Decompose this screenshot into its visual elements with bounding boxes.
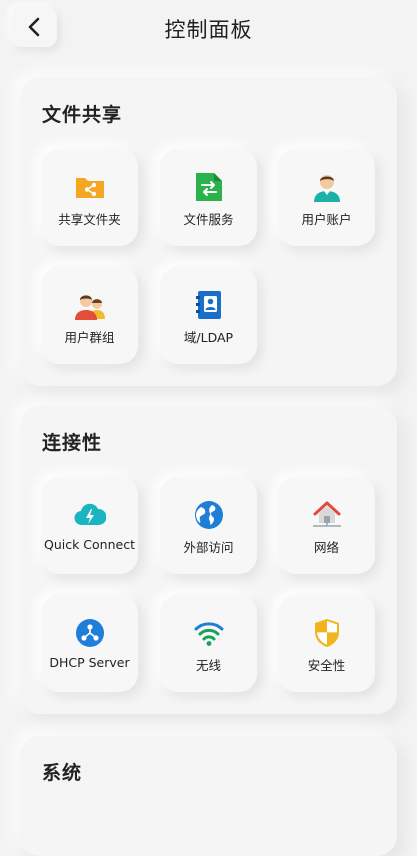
section-title: 文件共享 (42, 104, 123, 126)
shield-icon (311, 617, 343, 649)
home-network-icon (311, 499, 343, 531)
domain-ldap-icon (193, 289, 225, 321)
section-connectivity: 连接性 Quick Connect 外部访问 网络 DHCP Server 无线… (20, 406, 397, 714)
section-system: 系统 (20, 736, 397, 856)
tile-label: 用户群组 (64, 330, 115, 345)
tile-user-account[interactable]: 用户账户 (278, 149, 375, 246)
tile-dhcp-server[interactable]: DHCP Server (41, 595, 138, 692)
tile-label: 无线 (195, 658, 221, 673)
tile-label: 文件服务 (183, 212, 234, 227)
section-title: 连接性 (42, 432, 103, 454)
file-service-icon (193, 171, 225, 203)
wifi-icon (193, 617, 225, 649)
dhcp-icon (74, 617, 106, 649)
tile-external-access[interactable]: 外部访问 (160, 477, 257, 574)
tile-security[interactable]: 安全性 (278, 595, 375, 692)
tile-user-group[interactable]: 用户群组 (41, 267, 138, 364)
tile-label: 网络 (313, 540, 339, 555)
tile-label: 安全性 (307, 658, 346, 673)
user-group-icon (74, 289, 106, 321)
tile-shared-folder[interactable]: 共享文件夹 (41, 149, 138, 246)
globe-icon (193, 499, 225, 531)
tile-wireless[interactable]: 无线 (160, 595, 257, 692)
tile-file-service[interactable]: 文件服务 (160, 149, 257, 246)
tile-quick-connect[interactable]: Quick Connect (41, 477, 138, 574)
cloud-bolt-icon (74, 499, 106, 531)
shared-folder-icon (74, 171, 106, 203)
tile-label: DHCP Server (49, 655, 130, 670)
tile-label: 外部访问 (183, 540, 234, 555)
tile-network[interactable]: 网络 (278, 477, 375, 574)
tile-label: Quick Connect (43, 537, 135, 552)
section-file-sharing: 文件共享 共享文件夹 文件服务 用户账户 用户群组 域/LDAP (20, 78, 397, 386)
tile-domain-ldap[interactable]: 域/LDAP (160, 267, 257, 364)
section-title: 系统 (42, 762, 83, 784)
tile-label: 共享文件夹 (58, 212, 121, 227)
top-bar: 控制面板 (0, 0, 417, 58)
tile-label: 用户账户 (301, 212, 352, 227)
user-account-icon (311, 171, 343, 203)
page-title: 控制面板 (164, 18, 253, 42)
tile-label: 域/LDAP (183, 330, 234, 345)
